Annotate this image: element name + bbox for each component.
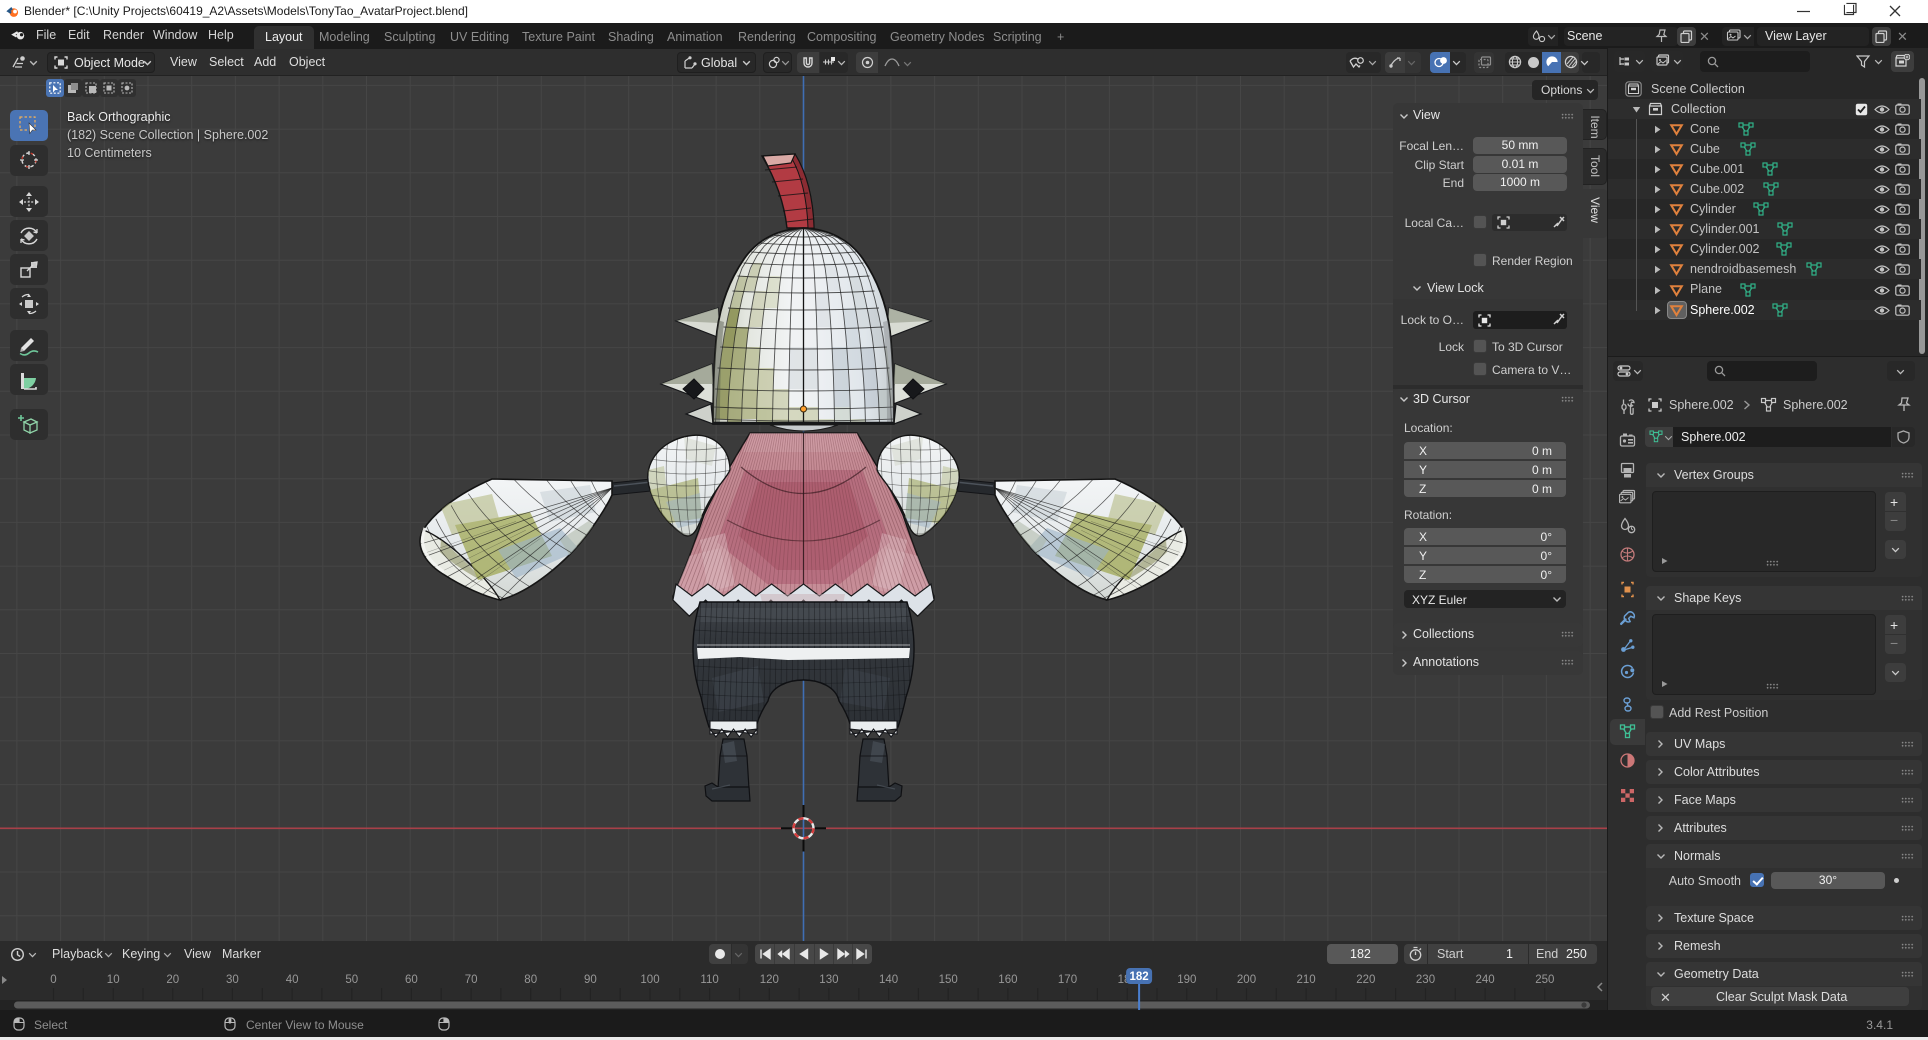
svg-text:240: 240 [1476,974,1495,986]
svg-text:170: 170 [1058,974,1077,986]
svg-text:40: 40 [286,974,299,986]
svg-text:60: 60 [405,974,418,986]
svg-text:130: 130 [819,974,838,986]
svg-text:90: 90 [584,974,597,986]
svg-text:0: 0 [50,974,56,986]
svg-text:250: 250 [1535,974,1554,986]
svg-text:120: 120 [760,974,779,986]
svg-text:80: 80 [524,974,537,986]
svg-text:210: 210 [1297,974,1316,986]
svg-text:200: 200 [1237,974,1256,986]
svg-text:20: 20 [166,974,179,986]
svg-text:70: 70 [465,974,478,986]
svg-text:150: 150 [939,974,958,986]
svg-text:140: 140 [879,974,898,986]
svg-text:110: 110 [700,974,718,986]
svg-text:30: 30 [226,974,239,986]
svg-text:100: 100 [640,974,659,986]
svg-text:160: 160 [998,974,1017,986]
svg-text:182: 182 [1130,971,1149,983]
svg-text:10: 10 [107,974,120,986]
svg-text:230: 230 [1416,974,1435,986]
svg-text:190: 190 [1177,974,1196,986]
svg-text:50: 50 [345,974,358,986]
svg-text:220: 220 [1356,974,1375,986]
